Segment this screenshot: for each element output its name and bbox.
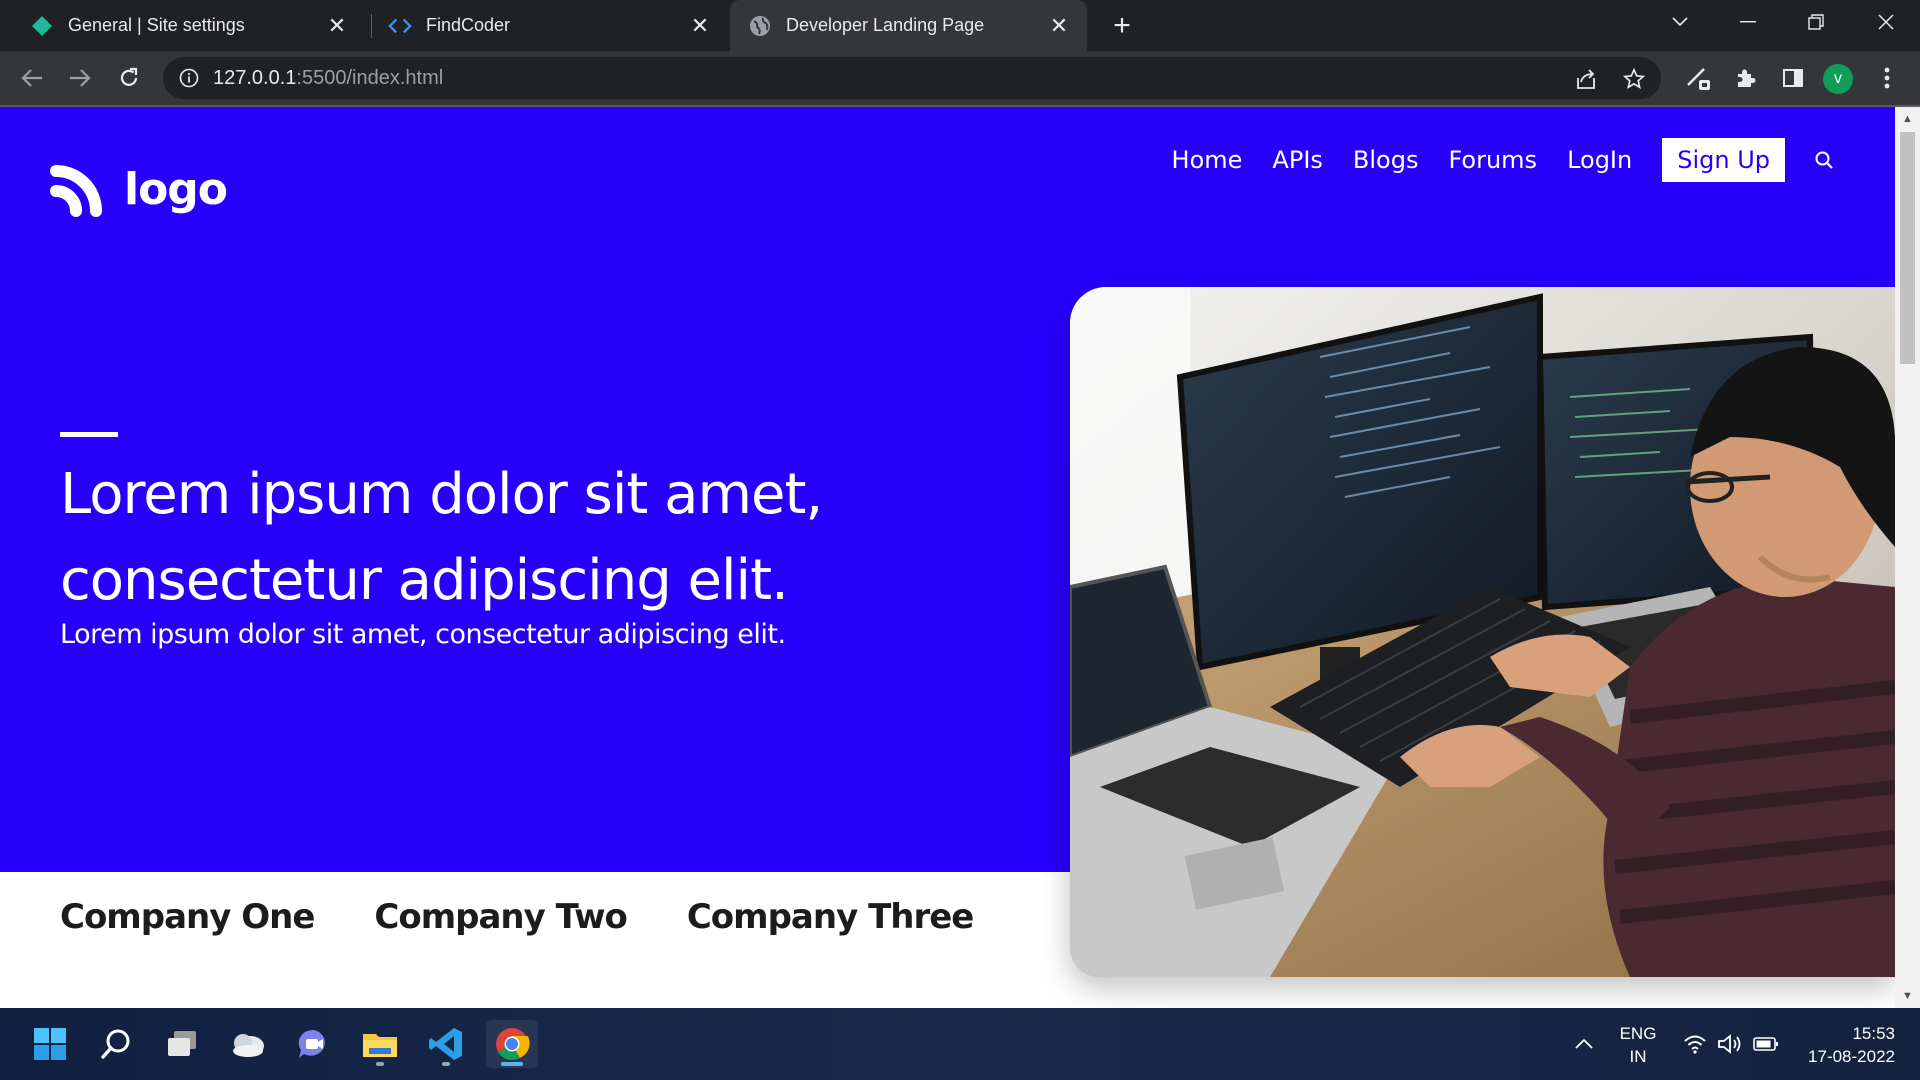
page-viewport: logo Home APIs Blogs Forums LogIn Sign U… <box>0 107 1895 1008</box>
tab-developer-landing-page[interactable]: Developer Landing Page ✕ <box>730 0 1087 51</box>
profile-avatar[interactable]: v <box>1823 64 1853 94</box>
main-nav: Home APIs Blogs Forums LogIn Sign Up <box>1172 137 1895 183</box>
close-tab-icon[interactable]: ✕ <box>686 12 714 40</box>
menu-kebab-icon[interactable] <box>1868 59 1906 97</box>
tab-site-settings[interactable]: General | Site settings ✕ <box>0 0 365 51</box>
site-logo[interactable]: logo <box>50 157 228 222</box>
close-tab-icon[interactable]: ✕ <box>323 12 351 40</box>
minimize-icon[interactable] <box>1718 0 1778 44</box>
tab-title: Developer Landing Page <box>786 15 985 35</box>
chrome-icon[interactable] <box>486 1020 538 1068</box>
forward-icon[interactable] <box>61 59 99 97</box>
extension-icon[interactable] <box>1680 59 1718 97</box>
battery-icon[interactable] <box>1753 1008 1779 1080</box>
company-three: Company Three <box>686 897 975 937</box>
company-list: Company One Company Two Company Three <box>60 897 1033 937</box>
nav-apis[interactable]: APIs <box>1272 146 1322 174</box>
clock-time: 15:53 <box>1852 1024 1895 1043</box>
tab-title: FindCoder <box>426 15 511 35</box>
address-bar[interactable]: 127.0.0.1:5500/index.html <box>163 57 1661 99</box>
search-icon[interactable] <box>90 1020 142 1068</box>
tab-title: General | Site settings <box>68 15 245 35</box>
chat-icon[interactable] <box>288 1020 340 1068</box>
browser-toolbar: 127.0.0.1:5500/index.html v <box>0 51 1920 105</box>
close-tab-icon[interactable]: ✕ <box>1045 12 1073 40</box>
logo-mark-icon <box>50 157 110 222</box>
wifi-icon[interactable] <box>1683 1008 1707 1080</box>
scroll-up-icon[interactable]: ▲ <box>1895 109 1920 129</box>
start-icon[interactable] <box>24 1020 76 1068</box>
nav-login[interactable]: LogIn <box>1567 146 1632 174</box>
vscode-icon[interactable] <box>420 1020 472 1068</box>
reload-icon[interactable] <box>110 59 148 97</box>
running-indicator <box>501 1062 523 1066</box>
diamond-icon <box>30 14 54 38</box>
extensions-puzzle-icon[interactable] <box>1727 59 1765 97</box>
url-text: 127.0.0.1:5500/index.html <box>213 66 444 89</box>
hero-image <box>1070 287 1895 977</box>
code-icon <box>388 14 412 38</box>
globe-icon <box>748 14 772 38</box>
search-icon[interactable] <box>1813 149 1835 171</box>
running-indicator <box>376 1062 384 1066</box>
tab-strip: General | Site settings ✕ FindCoder ✕ De… <box>0 0 1920 51</box>
volume-icon[interactable] <box>1717 1008 1743 1080</box>
widgets-icon[interactable] <box>222 1020 274 1068</box>
back-icon[interactable] <box>13 59 51 97</box>
new-tab-button[interactable]: + <box>1106 9 1138 42</box>
tab-findcoder[interactable]: FindCoder ✕ <box>358 0 728 51</box>
company-one: Company One <box>60 897 315 937</box>
site-info-icon[interactable] <box>177 66 201 90</box>
language-indicator[interactable]: ENG IN <box>1616 1022 1660 1068</box>
hero-subtitle: Lorem ipsum dolor sit amet, consectetur … <box>60 619 786 650</box>
region-code: IN <box>1629 1047 1647 1066</box>
page-scrollbar[interactable]: ▲ ▼ <box>1895 107 1920 1008</box>
bookmark-star-icon[interactable] <box>1621 66 1647 92</box>
tab-search-icon[interactable] <box>1650 0 1710 44</box>
windows-taskbar: ENG IN 15:53 17-08-2022 <box>0 1008 1920 1080</box>
language-code: ENG <box>1619 1024 1657 1043</box>
tray-overflow-icon[interactable] <box>1574 1008 1594 1080</box>
hero-title: Lorem ipsum dolor sit amet, consectetur … <box>60 462 823 613</box>
share-icon[interactable] <box>1573 66 1599 92</box>
signup-button[interactable]: Sign Up <box>1662 138 1785 182</box>
task-view-icon[interactable] <box>156 1020 208 1068</box>
running-indicator <box>442 1062 450 1066</box>
scroll-thumb[interactable] <box>1900 132 1915 364</box>
logo-text: logo <box>124 164 228 215</box>
hero-accent-line <box>60 432 118 437</box>
nav-blogs[interactable]: Blogs <box>1353 146 1419 174</box>
clock-date: 17-08-2022 <box>1808 1047 1895 1066</box>
company-two: Company Two <box>374 897 627 937</box>
nav-forums[interactable]: Forums <box>1448 146 1537 174</box>
file-explorer-icon[interactable] <box>354 1020 406 1068</box>
nav-home[interactable]: Home <box>1172 146 1243 174</box>
system-clock[interactable]: 15:53 17-08-2022 <box>1790 1022 1895 1068</box>
scroll-down-icon[interactable]: ▼ <box>1895 986 1920 1006</box>
restore-icon[interactable] <box>1786 0 1846 44</box>
side-panel-icon[interactable] <box>1774 59 1812 97</box>
close-window-icon[interactable] <box>1856 0 1916 44</box>
